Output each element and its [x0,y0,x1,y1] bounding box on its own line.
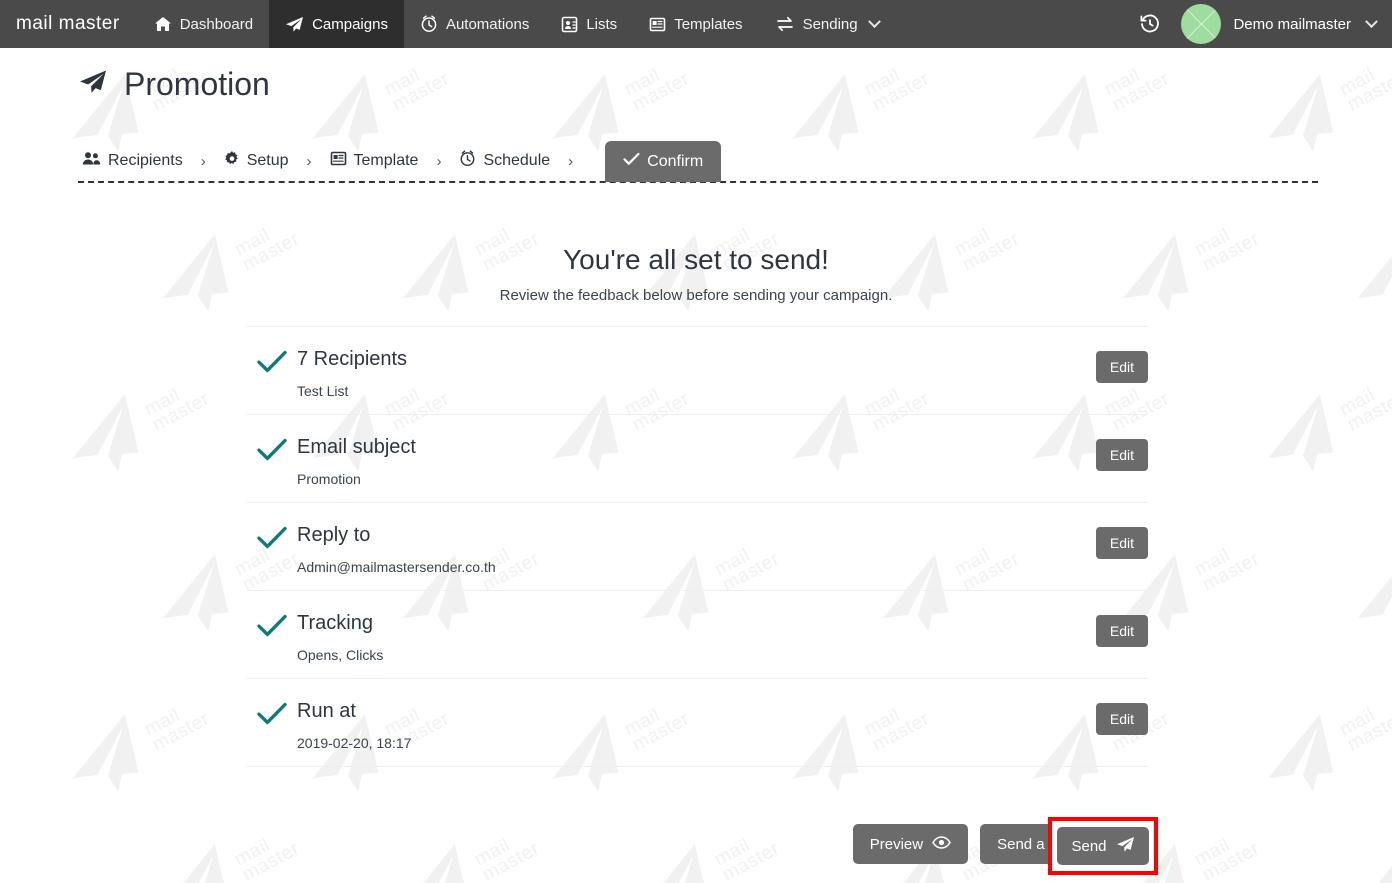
transfer-icon [775,16,795,32]
step-label: Template [353,152,419,169]
send-label: Send [1071,837,1107,855]
edit-button[interactable]: Edit [1095,703,1148,735]
summary-row-title: Email subject [297,436,416,458]
nav-label: Campaigns [312,15,388,33]
summary-row-title: Tracking [297,612,373,634]
summary-row-value: Promotion [297,471,361,487]
step-separator: › [306,152,312,170]
navbar-right: Demo mailmaster [1133,0,1392,48]
check-icon [247,698,297,726]
summary-row-body: Tracking Opens, Clicks [297,610,1148,664]
step-schedule[interactable]: Schedule [455,140,554,182]
summary-row: Email subject Promotion Edit [247,414,1148,502]
account-menu[interactable]: Demo mailmaster [1181,4,1378,44]
check-icon [247,610,297,638]
check-icon [247,346,297,374]
summary-row-body: 7 Recipients Test List [297,346,1148,400]
newspaper-icon [330,150,347,172]
gear-icon [224,150,240,172]
send-button-highlight: Send [1048,817,1158,875]
account-name: Demo mailmaster [1233,15,1351,33]
paper-plane-icon [78,66,108,103]
nav-item-sending[interactable]: Sending [759,0,895,48]
step-recipients[interactable]: Recipients [78,140,187,182]
summary-row-title: Reply to [297,524,371,546]
step-breadcrumb: Recipients › Setup › Template › Schedule… [78,140,1318,182]
edit-button[interactable]: Edit [1095,351,1148,383]
chevron-down-icon [1365,14,1378,28]
nav-label: Automations [445,15,530,33]
step-template[interactable]: Template [326,140,423,182]
newspaper-icon [649,16,666,33]
summary-row-value: 2019-02-20, 18:17 [297,735,412,751]
step-confirm[interactable]: Confirm [605,141,722,182]
step-setup[interactable]: Setup [220,140,293,182]
edit-button[interactable]: Edit [1095,615,1148,647]
chevron-down-icon [867,14,881,28]
summary-row: Reply to Admin@mailmastersender.co.th Edit [247,502,1148,590]
nav-label: Dashboard [179,15,254,33]
eye-icon [932,835,951,853]
page-title-text: Promotion [124,66,270,102]
check-icon [247,522,297,550]
preview-button[interactable]: Preview [852,824,969,864]
alarm-clock-icon [459,150,476,172]
summary-row-title: Run at [297,700,356,722]
summary-row-body: Reply to Admin@mailmastersender.co.th [297,522,1148,576]
confirm-headline: You're all set to send! [563,244,829,275]
step-label: Recipients [108,152,183,169]
summary-row: 7 Recipients Test List Edit [247,326,1148,414]
summary-row-body: Run at 2019-02-20, 18:17 [297,698,1148,752]
paper-plane-icon [1116,836,1135,857]
confirm-subhead: Review the feedback below before sending… [499,287,893,304]
preview-label: Preview [869,835,924,853]
step-separator: › [200,152,206,170]
home-icon [154,16,172,32]
app-logo[interactable]: mail master [0,0,138,48]
nav-item-templates[interactable]: Templates [633,0,758,48]
summary-row-title: 7 Recipients [297,348,408,370]
page-body: Promotion Recipients › Setup › Template … [0,48,1392,883]
avatar [1181,4,1222,44]
step-label: Setup [246,152,289,169]
check-icon [247,434,297,462]
nav-item-campaigns[interactable]: Campaigns [269,0,404,48]
step-separator: › [436,152,442,170]
edit-button[interactable]: Edit [1095,527,1148,559]
nav-label: Lists [586,15,618,33]
send-button[interactable]: Send [1057,827,1149,865]
users-icon [82,151,101,171]
summary-row: Tracking Opens, Clicks Edit [247,590,1148,678]
page-title: Promotion [78,66,270,103]
nav-label: Sending [802,15,858,33]
top-navbar: mail master Dashboard Campaigns Automati… [0,0,1392,48]
contact-card-icon [561,16,578,33]
summary-row: Run at 2019-02-20, 18:17 Edit [247,678,1148,767]
step-label: Confirm [647,152,704,170]
nav-label: Templates [674,15,743,33]
summary-list: 7 Recipients Test List Edit Email subject Pr… [247,326,1148,767]
summary-row-value: Admin@mailmastersender.co.th [297,559,496,575]
summary-row-body: Email subject Promotion [297,434,1148,488]
alarm-clock-icon [420,15,438,33]
edit-button[interactable]: Edit [1095,439,1148,471]
summary-row-value: Test List [297,383,349,399]
nav-item-automations[interactable]: Automations [404,0,545,48]
step-label: Schedule [483,152,551,169]
summary-row-value: Opens, Clicks [297,647,384,663]
history-icon[interactable] [1133,13,1167,35]
step-separator: › [568,152,574,170]
nav-item-dashboard[interactable]: Dashboard [138,0,269,48]
nav-item-lists[interactable]: Lists [545,0,633,48]
check-icon [623,152,640,171]
main-nav: Dashboard Campaigns Automations Lists Te… [138,0,895,48]
paper-plane-icon [285,16,304,33]
